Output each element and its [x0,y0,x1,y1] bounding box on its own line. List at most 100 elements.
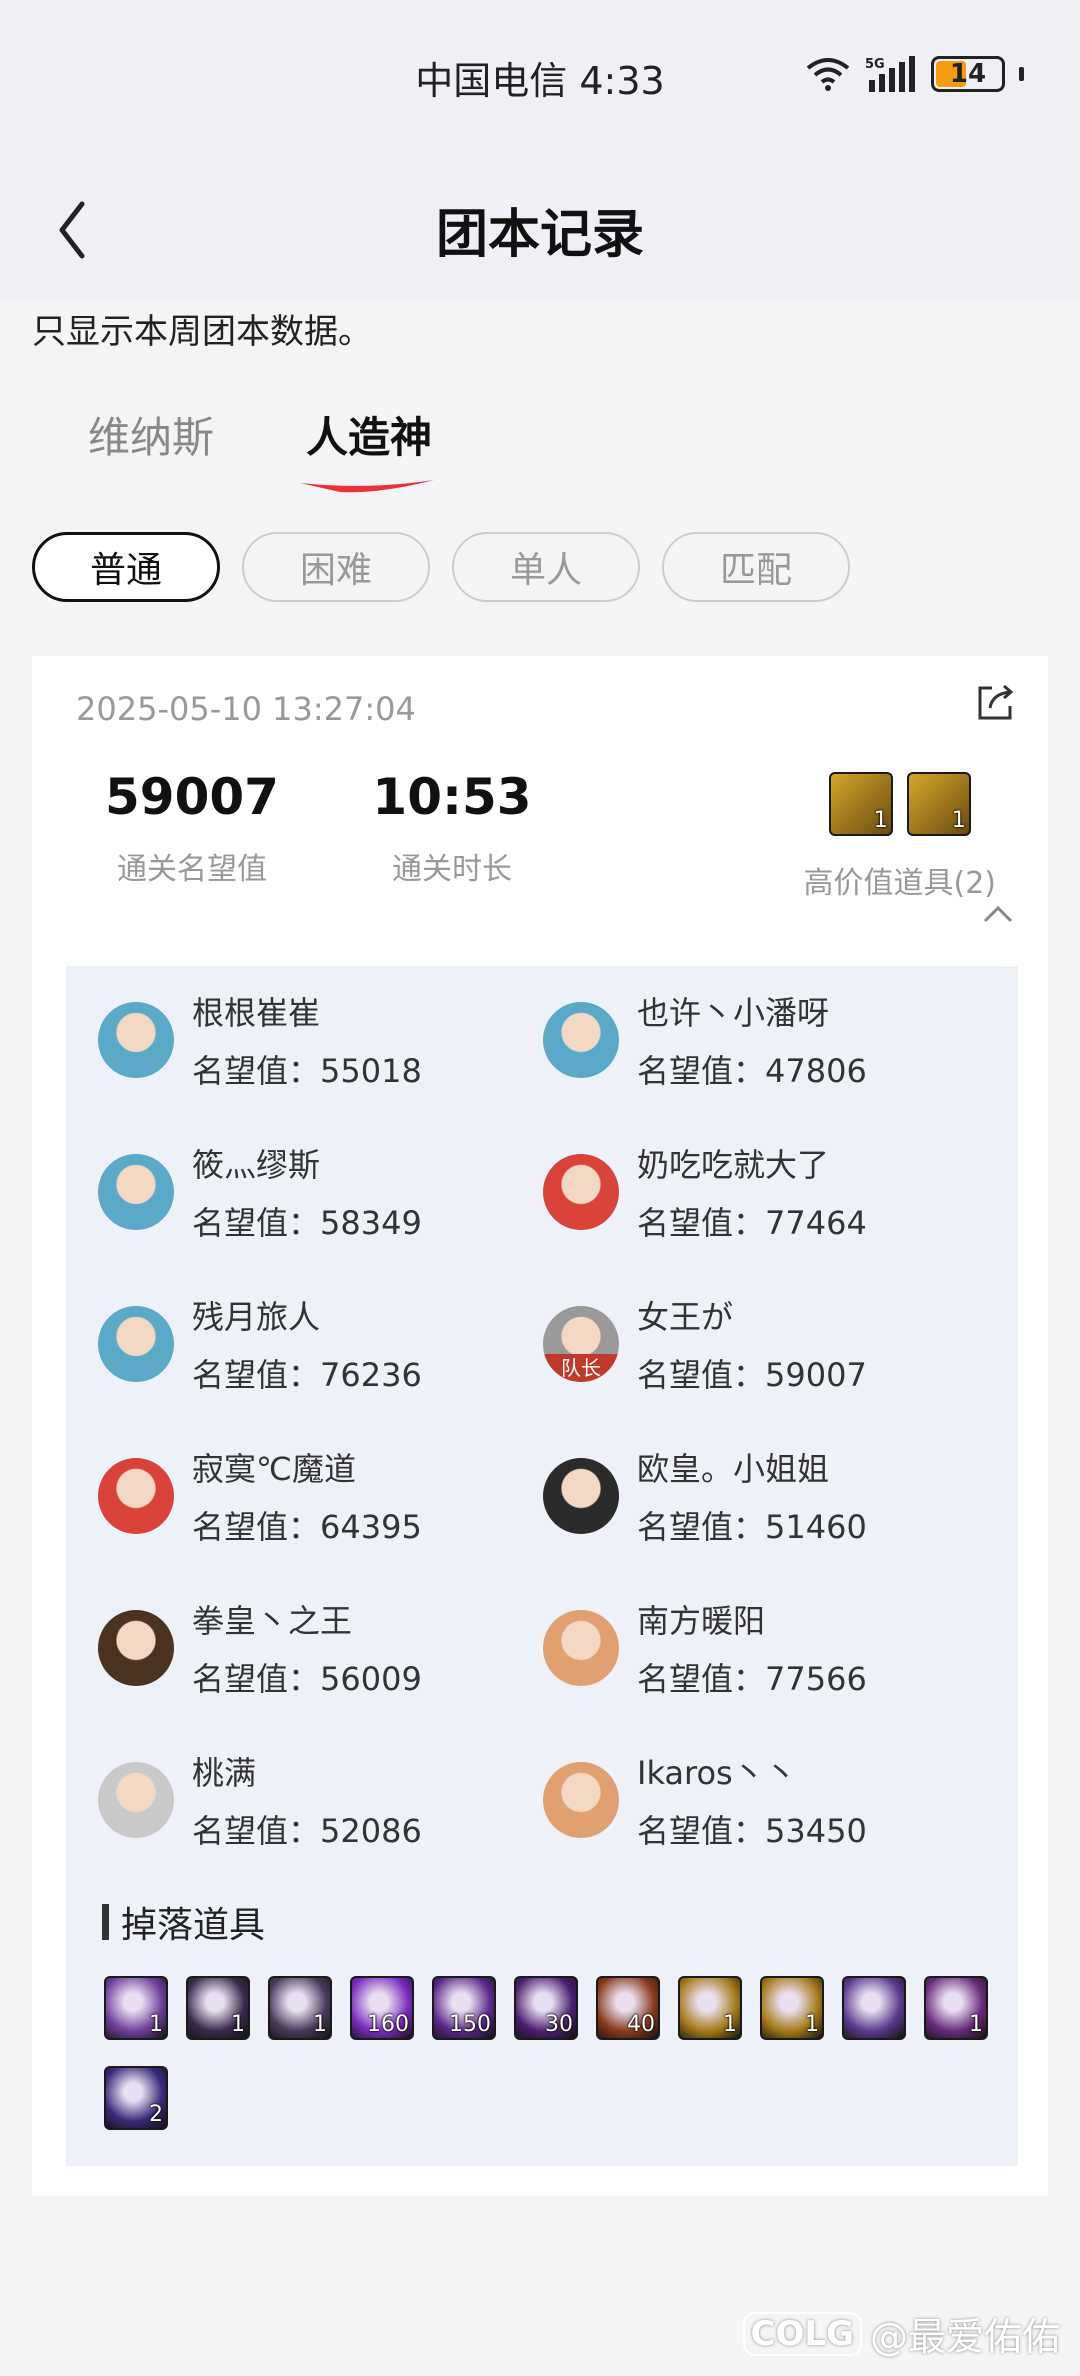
drop-items: 1 1 1 160 150 30 40 1 1 1 2 [104,1976,1004,2130]
avatar [98,1002,174,1078]
item-count: 160 [367,2012,409,2037]
duration-stat: 10:53 通关时长 [362,768,542,888]
drop-item-icon[interactable]: 150 [432,1976,496,2040]
item-count: 40 [627,2012,655,2037]
player-item[interactable]: 筱灬缪斯名望值：58349 [98,1146,543,1242]
player-item[interactable]: 根根崔崔名望值：55018 [98,994,543,1090]
avatar [98,1762,174,1838]
player-name: 奶吃吃就大了 [637,1146,830,1184]
high-value-items: 1 1 高价值道具(2) [803,772,997,902]
player-name: 根根崔崔 [192,994,321,1032]
drop-item-icon[interactable]: 30 [514,1976,578,2040]
battery-level: 14 [949,59,987,89]
player-item[interactable]: 寂寞℃魔道 名望值：64395 [98,1450,543,1546]
duration-label: 通关时长 [392,852,512,887]
drop-item-icon[interactable]: 160 [350,1976,414,2040]
item-count: 2 [149,2102,163,2127]
tab-venus[interactable]: 维纳斯 [88,404,214,465]
player-item[interactable]: 桃满名望值：52086 [98,1754,543,1850]
high-value-label: 高价值道具(2) [803,866,997,901]
cellular-signal-icon: 5G [865,56,915,92]
player-item[interactable]: 奶吃吃就大了 名望值：77464 [543,1146,988,1242]
player-reputation: 名望值：59007 [637,1356,867,1394]
drop-item-icon[interactable]: 40 [596,1976,660,2040]
drop-item-icon[interactable]: 2 [104,2066,168,2130]
avatar: 队长 [543,1306,619,1382]
player-item[interactable]: 队长 女王が 名望值：59007 [543,1298,988,1394]
chip-match[interactable]: 匹配 [662,532,850,602]
item-count: 1 [951,808,966,833]
avatar [543,1610,619,1686]
player-reputation: 名望值：51460 [637,1508,867,1546]
colg-logo: COLG [742,2311,862,2356]
drop-item-icon[interactable]: 1 [186,1976,250,2040]
item-count: 30 [545,2012,573,2037]
reputation-label: 通关名望值 [117,852,267,887]
player-reputation: 名望值：52086 [192,1812,422,1850]
reputation-stat: 59007 通关名望值 [92,768,292,888]
share-icon[interactable] [974,680,1018,724]
item-count: 1 [873,808,888,833]
item-count: 1 [313,2012,327,2037]
item-count: 1 [805,2012,819,2037]
drop-item-icon[interactable] [842,1976,906,2040]
heading-bar [102,1904,109,1940]
avatar [543,1762,619,1838]
chip-hard[interactable]: 困难 [242,532,430,602]
drops-title: 掉落道具 [121,1905,266,1946]
player-name: 筱灬缪斯 [192,1146,321,1184]
player-reputation: 名望值：53450 [637,1812,867,1850]
avatar [543,1154,619,1230]
avatar [98,1458,174,1534]
chevron-up-icon[interactable] [982,904,1014,924]
chip-normal[interactable]: 普通 [32,532,220,602]
battery-tip [1019,67,1024,81]
difficulty-filter: 普通 困难 单人 匹配 [32,532,850,602]
player-reputation: 名望值：55018 [192,1052,422,1090]
player-item[interactable]: 南方暖阳 名望值：77566 [543,1602,988,1698]
player-name: 南方暖阳 [637,1602,766,1640]
item-count: 150 [449,2012,491,2037]
player-name: 拳皇丶之王 [192,1602,353,1640]
player-name: 桃满 [192,1754,257,1792]
player-name: 残月旅人 [192,1298,321,1336]
wifi-icon [806,58,850,91]
player-item[interactable]: 残月旅人 名望值：76236 [98,1298,543,1394]
duration-value: 10:53 [372,768,532,826]
status-bar: 中国电信 4:33 5G 14 [0,0,1080,160]
player-list: 根根崔崔 名望值：55018 也许丶小潘呀 名望值：47806 筱灬缪斯 名望值：5834… [98,994,988,1850]
player-item[interactable]: 也许丶小潘呀 名望值：47806 [543,994,988,1090]
watermark: COLG @最爱佑佑 [742,2306,1060,2361]
item-count: 1 [969,2012,983,2037]
avatar [543,1458,619,1534]
player-reputation: 名望值：58349 [192,1204,422,1242]
record-datetime: 2025-05-10 13:27:04 [76,690,416,728]
player-item[interactable]: Ikaros丶丶 名望值：53450 [543,1754,988,1850]
player-reputation: 名望值：47806 [637,1052,867,1090]
avatar [543,1002,619,1078]
drop-item-icon[interactable]: 1 [924,1976,988,2040]
battery-icon: 14 [931,56,1005,92]
raid-record-card: 2025-05-10 13:27:04 59007 通关名望值 10:53 通关… [32,656,1048,2196]
item-count: 1 [231,2012,245,2037]
item-count: 1 [723,2012,737,2037]
reputation-value: 59007 [105,768,279,826]
chip-solo[interactable]: 单人 [452,532,640,602]
party-panel: 根根崔崔 名望值：55018 也许丶小潘呀 名望值：47806 筱灬缪斯 名望值：5834… [66,966,1018,2166]
active-tab-indicator [300,480,434,493]
treasure-chest-icon[interactable]: 1 [906,772,971,836]
player-item[interactable]: 欧皇。小姐姐 名望值：51460 [543,1450,988,1546]
drop-item-icon[interactable]: 1 [760,1976,824,2040]
drop-item-icon[interactable]: 1 [104,1976,168,2040]
avatar [98,1306,174,1382]
drop-item-icon[interactable]: 1 [268,1976,332,2040]
tab-artificial-god[interactable]: 人造神 [306,404,432,465]
item-count: 1 [149,2012,163,2037]
player-reputation: 名望值：56009 [192,1660,422,1698]
drop-item-icon[interactable]: 1 [678,1976,742,2040]
treasure-chest-icon[interactable]: 1 [828,772,893,836]
watermark-text: @最爱佑佑 [869,2315,1060,2359]
player-item[interactable]: 拳皇丶之王名望值：56009 [98,1602,543,1698]
avatar [98,1154,174,1230]
player-name: 欧皇。小姐姐 [637,1450,830,1488]
